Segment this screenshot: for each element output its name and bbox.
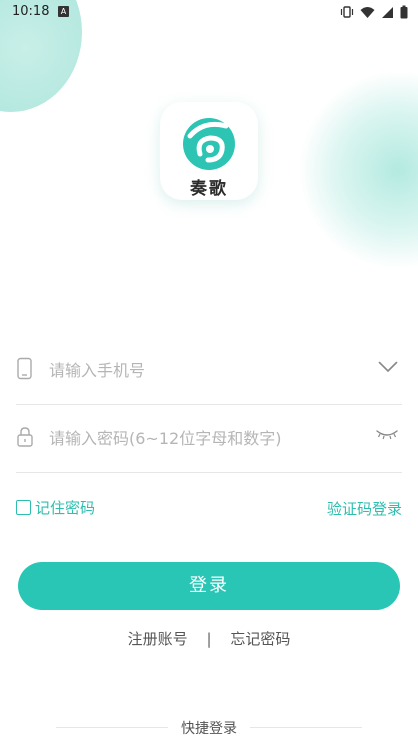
remember-label: 记住密码: [35, 499, 96, 517]
password-field: [16, 404, 402, 473]
status-icons: [340, 4, 408, 23]
phone-field: [16, 336, 402, 405]
register-link[interactable]: 注册账号: [128, 628, 188, 649]
login-screen: 10:18 A 奏歌 请输入手机号 记住密码 验证码登录 登录 注册账号 | 忘…: [0, 0, 418, 743]
phone-icon: [17, 357, 32, 380]
account-links: 注册账号 | 忘记密码: [0, 628, 418, 649]
decor-circle-right: [298, 70, 418, 270]
lock-icon: [17, 427, 33, 447]
links-separator: |: [206, 630, 212, 648]
sms-login-link[interactable]: 验证码登录: [327, 498, 402, 519]
app-name: 奏歌: [190, 179, 228, 199]
password-input[interactable]: [49, 424, 349, 452]
status-bar: 10:18 A: [0, 0, 418, 24]
remember-checkbox[interactable]: [16, 500, 31, 515]
phone-input[interactable]: [49, 356, 349, 384]
logo-mark-icon: [183, 118, 235, 170]
status-time: 10:18: [12, 4, 50, 19]
notification-a-icon: A: [58, 6, 69, 17]
eye-closed-icon[interactable]: [376, 429, 398, 441]
chevron-down-icon[interactable]: [378, 361, 398, 373]
forgot-password-link[interactable]: 忘记密码: [230, 628, 290, 649]
wifi-icon: [360, 4, 375, 23]
vibrate-icon: [340, 4, 354, 23]
app-logo: 奏歌: [160, 102, 258, 200]
signal-icon: [381, 4, 394, 23]
quick-login-label: 快捷登录: [181, 721, 237, 737]
login-button[interactable]: 登录: [18, 562, 400, 610]
quick-login-divider-right: [250, 727, 362, 728]
remember-password[interactable]: 记住密码: [16, 497, 95, 518]
battery-icon: [400, 4, 408, 23]
